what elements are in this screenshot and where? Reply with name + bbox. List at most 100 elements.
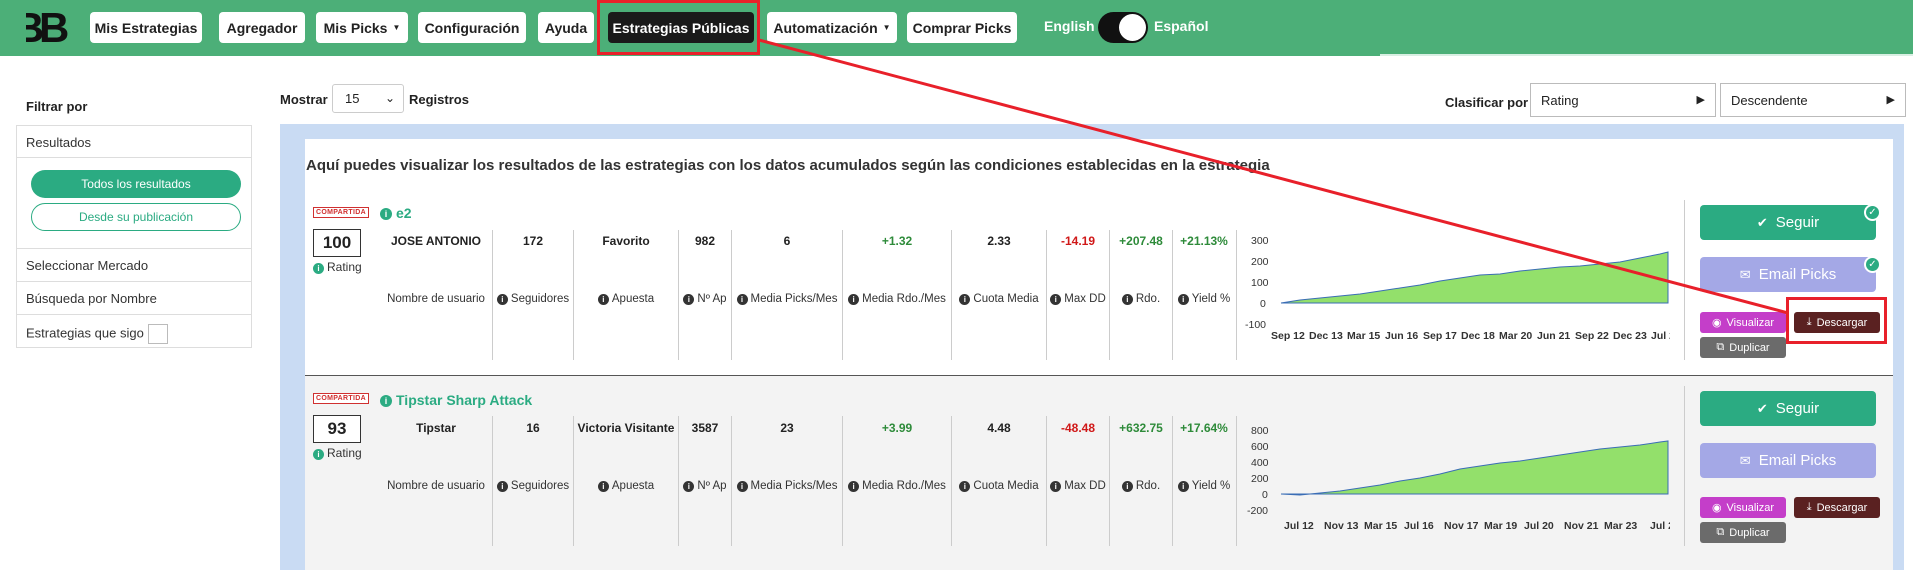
stat-followers: 172 i Seguidores: [493, 234, 573, 305]
nav-ayuda[interactable]: Ayuda: [538, 12, 594, 43]
select-market-filter[interactable]: Seleccionar Mercado: [16, 249, 252, 282]
nav-agregador[interactable]: Agregador: [219, 12, 305, 43]
stat-avg-odds: 2.33 i Cuota Media: [952, 234, 1046, 305]
copy-icon: ⧉: [1716, 526, 1725, 538]
duplicate-button[interactable]: ⧉ Duplicar: [1700, 522, 1786, 543]
show-label: Mostrar: [280, 92, 328, 107]
duplicate-button[interactable]: ⧉ Duplicar: [1700, 337, 1786, 358]
info-icon: i: [597, 294, 609, 305]
navbar-underline: [1380, 54, 1913, 56]
rating-label: i Rating: [313, 446, 362, 460]
results-options: Todos los resultados Desde su publicació…: [16, 158, 252, 249]
x-tick: Sep 12: [1271, 330, 1305, 342]
sort-order-select[interactable]: Descendente ▶: [1720, 83, 1906, 117]
shared-badge: COMPARTIDA: [313, 393, 369, 404]
info-icon: i: [496, 294, 508, 305]
stat-username: Tipstar Nombre de usuario: [387, 421, 485, 492]
x-tick: Jul 16: [1404, 520, 1434, 532]
strategy-2-equity-chart: 800 600 400 200 0 -200 Jul 12 Nov 13 Mar…: [1247, 425, 1670, 532]
stat-bet: Favorito i Apuesta: [574, 234, 678, 305]
info-icon: i: [597, 481, 609, 492]
equity-area: [1280, 251, 1669, 304]
svg-text:B: B: [39, 6, 69, 48]
nav-mis-estrategias[interactable]: Mis Estrategias: [90, 12, 202, 43]
strategy-name-link[interactable]: i e2: [380, 205, 412, 221]
x-tick: Dec 23: [1613, 330, 1647, 342]
x-tick: Jul 20: [1524, 520, 1554, 532]
rating-value: 100: [313, 229, 361, 257]
info-icon: i: [848, 294, 860, 305]
stat-picks-month: 23 i Media Picks/Mes: [732, 421, 842, 492]
filter-sidebar: Resultados Todos los resultados Desde su…: [16, 125, 252, 348]
x-tick: Nov 21: [1564, 520, 1599, 532]
info-icon: i: [1177, 294, 1189, 305]
y-tick: 300: [1251, 235, 1269, 247]
follow-button[interactable]: ✔ Seguir: [1700, 205, 1876, 240]
info-icon: i: [380, 208, 392, 220]
stat-followers: 16 i Seguidores: [493, 421, 573, 492]
x-tick: Jul 12: [1284, 520, 1314, 532]
chevron-down-icon: ⌄: [384, 91, 395, 105]
highlight-box: [1786, 297, 1887, 344]
page-size-select[interactable]: 15 ⌄: [332, 84, 404, 113]
info-icon: i: [1121, 294, 1133, 305]
stat-yield: +17.64% i Yield %: [1173, 421, 1235, 492]
info-icon: i: [1121, 481, 1133, 492]
email-picks-button[interactable]: ✉ Email Picks: [1700, 443, 1876, 478]
x-tick: Sep 22: [1575, 330, 1609, 342]
x-tick: Nov 13: [1324, 520, 1359, 532]
x-tick: Jun 21: [1537, 330, 1570, 342]
x-tick: Dec 13: [1309, 330, 1343, 342]
eye-icon: ◉: [1711, 502, 1722, 514]
stat-bet: Victoria Visitante i Apuesta: [577, 421, 675, 492]
info-icon: i: [959, 294, 971, 305]
lang-english-label: English: [1044, 18, 1095, 34]
brand-logo[interactable]: B B: [14, 6, 72, 48]
x-tick: Jun 16: [1385, 330, 1418, 342]
x-tick: Sep 17: [1423, 330, 1457, 342]
strategy-name-link[interactable]: i Tipstar Sharp Attack: [380, 392, 532, 408]
following-checkbox[interactable]: [147, 324, 168, 344]
y-tick: -100: [1245, 319, 1266, 331]
x-tick: Mar 23: [1604, 520, 1637, 532]
column-separator: [1236, 230, 1237, 360]
info-icon: i: [1177, 481, 1189, 492]
x-tick: Mar 15: [1347, 330, 1380, 342]
chevron-down-icon: ▼: [392, 23, 401, 32]
check-badge-icon: ✓: [1864, 204, 1881, 221]
x-tick: Nov 17: [1444, 520, 1479, 532]
check-circle-icon: ✔: [1756, 214, 1768, 230]
stat-avg-odds: 4.48 i Cuota Media: [952, 421, 1046, 492]
follow-button[interactable]: ✔ Seguir: [1700, 391, 1876, 426]
x-tick: Jul 25: [1650, 520, 1670, 532]
y-tick: -200: [1247, 505, 1268, 517]
stat-username: JOSE ANTONIO Nombre de usuario: [387, 234, 485, 305]
email-picks-button[interactable]: ✉ Email Picks: [1700, 257, 1876, 292]
language-toggle[interactable]: [1098, 12, 1148, 43]
stat-picks-month: 6 i Media Picks/Mes: [732, 234, 842, 305]
y-tick: 0: [1260, 298, 1266, 310]
following-strategies-filter[interactable]: Estrategias que sigo: [16, 315, 252, 348]
intro-text: Aquí puedes visualizar los resultados de…: [306, 157, 1270, 174]
search-by-name-filter[interactable]: Búsqueda por Nombre: [16, 282, 252, 315]
sort-field-select[interactable]: Rating ▶: [1530, 83, 1716, 117]
nav-comprar-picks[interactable]: Comprar Picks: [907, 12, 1017, 43]
since-publication-button[interactable]: Desde su publicación: [31, 203, 241, 231]
view-button[interactable]: ◉ Visualizar: [1700, 312, 1786, 333]
check-badge-icon: ✓: [1864, 256, 1881, 273]
stat-rdo: +632.75 i Rdo.: [1119, 421, 1163, 492]
copy-icon: ⧉: [1716, 341, 1725, 353]
sort-label: Clasificar por: [1445, 95, 1529, 110]
all-results-button[interactable]: Todos los resultados: [31, 170, 241, 198]
envelope-icon: ✉: [1739, 266, 1751, 282]
x-tick: Mar 20: [1499, 330, 1532, 342]
caret-right-icon: ▶: [1886, 94, 1895, 106]
download-button[interactable]: ⤓ Descargar: [1794, 497, 1880, 518]
view-button[interactable]: ◉ Visualizar: [1700, 497, 1786, 518]
nav-automatizacion[interactable]: Automatización ▼: [767, 12, 897, 43]
download-icon: ⤓: [1806, 501, 1812, 513]
info-icon: i: [1050, 294, 1062, 305]
nav-mis-picks[interactable]: Mis Picks ▼: [316, 12, 408, 43]
nav-configuracion[interactable]: Configuración: [418, 12, 526, 43]
y-tick: 800: [1251, 425, 1269, 437]
